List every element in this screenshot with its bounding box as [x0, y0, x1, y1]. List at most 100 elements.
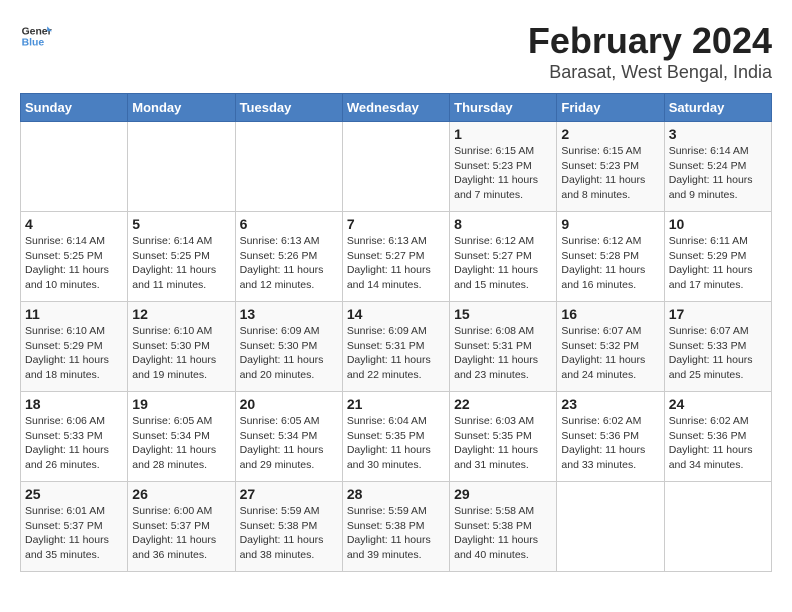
day-number: 17	[669, 306, 767, 322]
day-info: Sunrise: 6:14 AM Sunset: 5:24 PM Dayligh…	[669, 144, 767, 203]
day-cell	[21, 122, 128, 212]
day-info: Sunrise: 6:04 AM Sunset: 5:35 PM Dayligh…	[347, 414, 445, 473]
day-number: 25	[25, 486, 123, 502]
header-cell-wednesday: Wednesday	[342, 94, 449, 122]
day-cell: 26Sunrise: 6:00 AM Sunset: 5:37 PM Dayli…	[128, 482, 235, 572]
day-cell: 6Sunrise: 6:13 AM Sunset: 5:26 PM Daylig…	[235, 212, 342, 302]
day-cell: 2 Sunrise: 6:15 AM Sunset: 5:23 PM Daylig…	[557, 122, 664, 212]
day-info: Sunrise: 6:01 AM Sunset: 5:37 PM Dayligh…	[25, 504, 123, 563]
day-cell: 18Sunrise: 6:06 AM Sunset: 5:33 PM Dayli…	[21, 392, 128, 482]
day-cell: 10 Sunrise: 6:11 AM Sunset: 5:29 PM Dayli…	[664, 212, 771, 302]
header-cell-saturday: Saturday	[664, 94, 771, 122]
day-cell	[235, 122, 342, 212]
day-cell: 7 Sunrise: 6:13 AM Sunset: 5:27 PM Daylig…	[342, 212, 449, 302]
title-block: February 2024 Barasat, West Bengal, Indi…	[528, 20, 772, 83]
day-info: Sunrise: 6:02 AM Sunset: 5:36 PM Dayligh…	[561, 414, 659, 473]
day-info: Sunrise: 6:07 AM Sunset: 5:33 PM Dayligh…	[669, 324, 767, 383]
day-info: Sunrise: 6:05 AM Sunset: 5:34 PM Dayligh…	[240, 414, 338, 473]
day-number: 24	[669, 396, 767, 412]
day-cell: 28 Sunrise: 5:59 AM Sunset: 5:38 PM Dayli…	[342, 482, 449, 572]
header-cell-thursday: Thursday	[450, 94, 557, 122]
day-info: Sunrise: 6:14 AM Sunset: 5:25 PM Dayligh…	[25, 234, 123, 293]
day-number: 12	[132, 306, 230, 322]
day-info: Sunrise: 6:08 AM Sunset: 5:31 PM Dayligh…	[454, 324, 552, 383]
day-number: 9	[561, 216, 659, 232]
day-info: Sunrise: 6:15 AM Sunset: 5:23 PM Dayligh…	[454, 144, 552, 203]
day-cell: 14Sunrise: 6:09 AM Sunset: 5:31 PM Dayli…	[342, 302, 449, 392]
day-cell: 23 Sunrise: 6:02 AM Sunset: 5:36 PM Dayli…	[557, 392, 664, 482]
day-info: Sunrise: 6:12 AM Sunset: 5:28 PM Dayligh…	[561, 234, 659, 293]
header-cell-friday: Friday	[557, 94, 664, 122]
day-number: 8	[454, 216, 552, 232]
day-number: 7	[347, 216, 445, 232]
day-cell: 21 Sunrise: 6:04 AM Sunset: 5:35 PM Dayli…	[342, 392, 449, 482]
calendar-table: SundayMondayTuesdayWednesdayThursdayFrid…	[20, 93, 772, 572]
day-number: 5	[132, 216, 230, 232]
day-cell: 22 Sunrise: 6:03 AM Sunset: 5:35 PM Dayli…	[450, 392, 557, 482]
week-row-4: 18Sunrise: 6:06 AM Sunset: 5:33 PM Dayli…	[21, 392, 772, 482]
day-info: Sunrise: 5:59 AM Sunset: 5:38 PM Dayligh…	[347, 504, 445, 563]
day-number: 11	[25, 306, 123, 322]
day-number: 26	[132, 486, 230, 502]
day-cell	[342, 122, 449, 212]
calendar-header: SundayMondayTuesdayWednesdayThursdayFrid…	[21, 94, 772, 122]
day-cell: 17 Sunrise: 6:07 AM Sunset: 5:33 PM Dayli…	[664, 302, 771, 392]
day-cell: 27 Sunrise: 5:59 AM Sunset: 5:38 PM Dayli…	[235, 482, 342, 572]
day-info: Sunrise: 6:10 AM Sunset: 5:30 PM Dayligh…	[132, 324, 230, 383]
day-number: 19	[132, 396, 230, 412]
day-cell: 1 Sunrise: 6:15 AM Sunset: 5:23 PM Daylig…	[450, 122, 557, 212]
day-number: 15	[454, 306, 552, 322]
day-number: 18	[25, 396, 123, 412]
day-cell: 29 Sunrise: 5:58 AM Sunset: 5:38 PM Dayli…	[450, 482, 557, 572]
day-cell: 5 Sunrise: 6:14 AM Sunset: 5:25 PM Daylig…	[128, 212, 235, 302]
day-number: 3	[669, 126, 767, 142]
day-info: Sunrise: 6:15 AM Sunset: 5:23 PM Dayligh…	[561, 144, 659, 203]
day-info: Sunrise: 6:05 AM Sunset: 5:34 PM Dayligh…	[132, 414, 230, 473]
day-number: 22	[454, 396, 552, 412]
day-info: Sunrise: 6:02 AM Sunset: 5:36 PM Dayligh…	[669, 414, 767, 473]
day-cell: 15 Sunrise: 6:08 AM Sunset: 5:31 PM Dayli…	[450, 302, 557, 392]
day-cell: 19 Sunrise: 6:05 AM Sunset: 5:34 PM Dayli…	[128, 392, 235, 482]
day-info: Sunrise: 6:03 AM Sunset: 5:35 PM Dayligh…	[454, 414, 552, 473]
day-cell: 24 Sunrise: 6:02 AM Sunset: 5:36 PM Dayli…	[664, 392, 771, 482]
logo: General Blue	[20, 20, 52, 52]
day-number: 4	[25, 216, 123, 232]
day-number: 1	[454, 126, 552, 142]
day-cell: 25 Sunrise: 6:01 AM Sunset: 5:37 PM Dayli…	[21, 482, 128, 572]
header-cell-monday: Monday	[128, 94, 235, 122]
day-cell: 20Sunrise: 6:05 AM Sunset: 5:34 PM Dayli…	[235, 392, 342, 482]
day-info: Sunrise: 5:58 AM Sunset: 5:38 PM Dayligh…	[454, 504, 552, 563]
day-info: Sunrise: 6:13 AM Sunset: 5:27 PM Dayligh…	[347, 234, 445, 293]
day-info: Sunrise: 6:13 AM Sunset: 5:26 PM Dayligh…	[240, 234, 338, 293]
day-number: 16	[561, 306, 659, 322]
day-cell: 9 Sunrise: 6:12 AM Sunset: 5:28 PM Daylig…	[557, 212, 664, 302]
day-info: Sunrise: 6:12 AM Sunset: 5:27 PM Dayligh…	[454, 234, 552, 293]
day-cell	[128, 122, 235, 212]
day-number: 10	[669, 216, 767, 232]
header: General Blue February 2024 Barasat, West…	[20, 20, 772, 83]
day-number: 23	[561, 396, 659, 412]
day-info: Sunrise: 5:59 AM Sunset: 5:38 PM Dayligh…	[240, 504, 338, 563]
calendar-body: 1 Sunrise: 6:15 AM Sunset: 5:23 PM Daylig…	[21, 122, 772, 572]
day-number: 14	[347, 306, 445, 322]
day-cell: 8 Sunrise: 6:12 AM Sunset: 5:27 PM Daylig…	[450, 212, 557, 302]
day-number: 28	[347, 486, 445, 502]
logo-icon: General Blue	[20, 20, 52, 52]
day-info: Sunrise: 6:14 AM Sunset: 5:25 PM Dayligh…	[132, 234, 230, 293]
day-number: 29	[454, 486, 552, 502]
day-info: Sunrise: 6:10 AM Sunset: 5:29 PM Dayligh…	[25, 324, 123, 383]
day-cell: 16Sunrise: 6:07 AM Sunset: 5:32 PM Dayli…	[557, 302, 664, 392]
day-info: Sunrise: 6:09 AM Sunset: 5:30 PM Dayligh…	[240, 324, 338, 383]
day-cell: 12 Sunrise: 6:10 AM Sunset: 5:30 PM Dayli…	[128, 302, 235, 392]
week-row-3: 11 Sunrise: 6:10 AM Sunset: 5:29 PM Dayli…	[21, 302, 772, 392]
week-row-1: 1 Sunrise: 6:15 AM Sunset: 5:23 PM Daylig…	[21, 122, 772, 212]
day-cell	[557, 482, 664, 572]
day-number: 2	[561, 126, 659, 142]
svg-text:Blue: Blue	[22, 38, 45, 49]
day-number: 21	[347, 396, 445, 412]
day-cell: 4 Sunrise: 6:14 AM Sunset: 5:25 PM Daylig…	[21, 212, 128, 302]
day-info: Sunrise: 6:11 AM Sunset: 5:29 PM Dayligh…	[669, 234, 767, 293]
day-number: 27	[240, 486, 338, 502]
main-title: February 2024	[528, 20, 772, 62]
week-row-5: 25 Sunrise: 6:01 AM Sunset: 5:37 PM Dayli…	[21, 482, 772, 572]
